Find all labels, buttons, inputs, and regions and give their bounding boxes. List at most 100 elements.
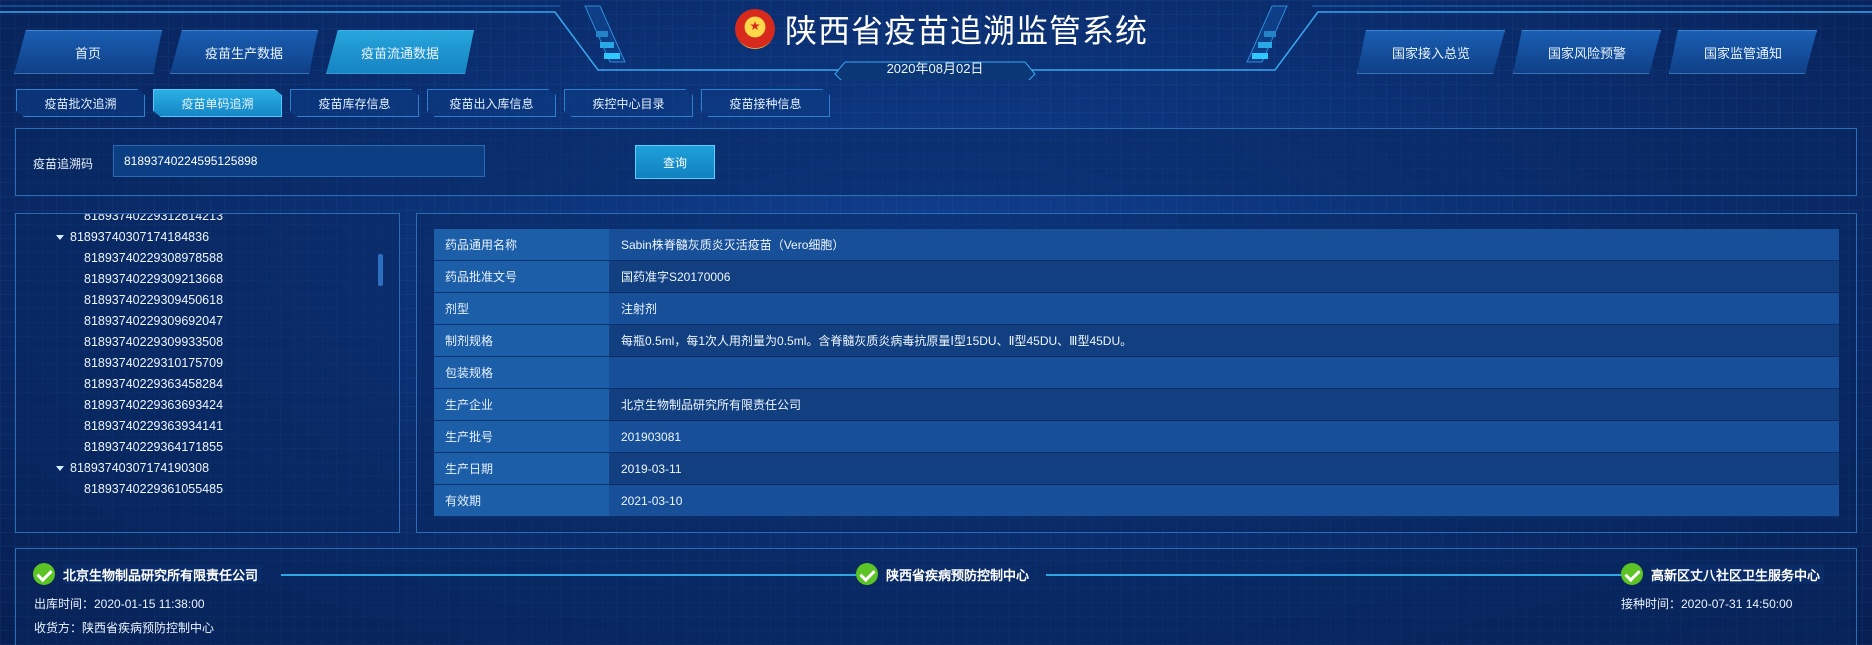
tree-node-label: 81893740229363934141 [84, 419, 224, 433]
query-button[interactable]: 查询 [635, 145, 715, 179]
tree-node-child[interactable]: 81893740229312814213 [84, 213, 224, 227]
tree-node-label: 81893740229309213668 [84, 272, 224, 286]
main-nav-right: 国家接入总览 国家风险预警 国家监管通知 [1357, 30, 1825, 74]
detail-row: 生产批号 201903081 [434, 421, 1839, 453]
receiver: 收货方：陕西省疾病预防控制中心 [34, 621, 215, 635]
detail-row: 制剂规格 每瓶0.5ml，每1次人用剂量为0.5ml。含脊髓灰质炎病毒抗原量Ⅰ型1… [434, 325, 1839, 357]
detail-key: 生产批号 [434, 421, 609, 453]
flow-connector [281, 574, 856, 576]
page-title: 陕西省疫苗追溯监管系统 [785, 12, 1149, 50]
search-label: 疫苗追溯码 [33, 157, 94, 171]
vaccine-detail-table: 药品通用名称 Sabin株脊髓灰质炎灭活疫苗（Vero细胞） 药品批准文号 国药准字S… [434, 229, 1839, 517]
page-title-group: 陕西省疫苗追溯监管系统 [735, 6, 1148, 52]
nav-tab-national-access[interactable]: 国家接入总览 [1357, 30, 1505, 74]
tree-node-label: 81893740229309933508 [84, 335, 224, 349]
detail-row: 生产企业 北京生物制品研究所有限责任公司 [434, 389, 1839, 421]
search-panel: 疫苗追溯码 查询 [15, 128, 1857, 196]
flow-node-clinic: 高新区丈八社区卫生服务中心 [1621, 563, 1825, 585]
detail-key: 包装规格 [434, 357, 609, 389]
tree-node-child[interactable]: 81893740229309213668 [84, 269, 223, 290]
detail-value: Sabin株脊髓灰质炎灭活疫苗（Vero细胞） [609, 229, 1839, 261]
tree-node-label: 81893740229308978588 [84, 251, 224, 265]
tree-node-child[interactable]: 81893740229363693424 [84, 395, 223, 416]
tree-node-child[interactable]: 81893740229309692047 [84, 311, 223, 332]
tab-inventory[interactable]: 疫苗库存信息 [290, 89, 419, 117]
tree-node-child[interactable]: 81893740229308978588 [84, 248, 223, 269]
tree-node-label: 81893740307174184836 [70, 230, 210, 244]
flow-node-name: 陕西省疾病预防控制中心 [886, 564, 1034, 584]
tree-node-child[interactable]: 81893740229309933508 [84, 332, 223, 353]
national-emblem-icon [735, 9, 775, 49]
detail-key: 生产企业 [434, 389, 609, 421]
detail-row: 有效期 2021-03-10 [434, 485, 1839, 517]
tree-node-child[interactable]: 81893740229363934141 [84, 416, 223, 437]
tab-in-out-stock[interactable]: 疫苗出入库信息 [427, 89, 556, 117]
detail-key: 制剂规格 [434, 325, 609, 357]
tree-node-child[interactable]: 81893740229363458284 [84, 374, 223, 395]
nav-tab-home[interactable]: 首页 [14, 30, 162, 74]
detail-value: 国药准字S20170006 [609, 261, 1839, 293]
detail-value: 北京生物制品研究所有限责任公司 [609, 389, 1839, 421]
detail-key: 药品批准文号 [434, 261, 609, 293]
tree-node-label: 81893740229310175709 [84, 356, 224, 370]
sub-tabs: 疫苗批次追溯 疫苗单码追溯 疫苗库存信息 疫苗出入库信息 疾控中心目录 疫苗接种… [16, 89, 838, 117]
tree-node-label: 81893740307174190308 [70, 461, 210, 475]
detail-row: 包装规格 [434, 357, 1839, 389]
detail-key: 生产日期 [434, 453, 609, 485]
detail-value: 201903081 [609, 421, 1839, 453]
tree-node-child[interactable]: 81893740229361055485 [84, 479, 223, 500]
detail-value: 每瓶0.5ml，每1次人用剂量为0.5ml。含脊髓灰质炎病毒抗原量Ⅰ型15DU、… [609, 325, 1839, 357]
check-icon [856, 563, 878, 585]
detail-row: 剂型 注射剂 [434, 293, 1839, 325]
tab-batch-trace[interactable]: 疫苗批次追溯 [16, 89, 145, 117]
detail-value [609, 357, 1839, 389]
detail-row: 药品通用名称 Sabin株脊髓灰质炎灭活疫苗（Vero细胞） [434, 229, 1839, 261]
header-date: 2020年08月02日 [886, 61, 984, 76]
tree-node-parent[interactable]: 81893740307174190308 [56, 458, 209, 479]
flow-connector [1046, 574, 1631, 576]
nav-tab-national-notice[interactable]: 国家监管通知 [1669, 30, 1817, 74]
detail-row: 生产日期 2019-03-11 [434, 453, 1839, 485]
caret-down-icon[interactable] [56, 235, 64, 241]
flow-node-name: 北京生物制品研究所有限责任公司 [63, 564, 263, 584]
vaccination-time: 接种时间：2020-07-31 14:50:00 [1621, 597, 1793, 611]
tree-node-child[interactable]: 81893740229310175709 [84, 353, 223, 374]
tree-node-label: 81893740229361055485 [84, 482, 224, 496]
caret-down-icon[interactable] [56, 466, 64, 472]
tree-node-label: 81893740229312814213 [84, 213, 224, 223]
tree-node-parent[interactable]: 81893740307174184836 [56, 227, 209, 248]
detail-key: 药品通用名称 [434, 229, 609, 261]
tree-node-label: 81893740229309450618 [84, 293, 224, 307]
tree-node-child[interactable]: 81893740229309450618 [84, 290, 223, 311]
tab-vaccination-info[interactable]: 疫苗接种信息 [701, 89, 830, 117]
tree-node-label: 81893740229363693424 [84, 398, 224, 412]
circulation-flow: 北京生物制品研究所有限责任公司 出库时间：2020-01-15 11:38:00… [15, 548, 1857, 645]
detail-value: 注射剂 [609, 293, 1839, 325]
nav-tab-national-risk[interactable]: 国家风险预警 [1513, 30, 1661, 74]
tab-single-code-trace[interactable]: 疫苗单码追溯 [153, 89, 282, 117]
detail-key: 剂型 [434, 293, 609, 325]
detail-key: 有效期 [434, 485, 609, 517]
header: 首页 疫苗生产数据 疫苗流通数据 陕西省疫苗追溯监管系统 2020年08月02日… [0, 0, 1872, 80]
vaccine-detail-panel: 药品通用名称 Sabin株脊髓灰质炎灭活疫苗（Vero细胞） 药品批准文号 国药准字S… [416, 213, 1857, 533]
detail-value: 2019-03-11 [609, 453, 1839, 485]
check-icon [1621, 563, 1643, 585]
main-nav-left: 首页 疫苗生产数据 疫苗流通数据 [14, 30, 482, 74]
flow-node-provincial-cdc: 陕西省疾病预防控制中心 [856, 563, 1034, 585]
tree-node-label: 81893740229363458284 [84, 377, 224, 391]
nav-tab-circulation-data[interactable]: 疫苗流通数据 [326, 30, 474, 74]
check-icon [33, 563, 55, 585]
detail-row: 药品批准文号 国药准字S20170006 [434, 261, 1839, 293]
flow-node-manufacturer: 北京生物制品研究所有限责任公司 [33, 563, 263, 585]
tree-scrollbar[interactable] [378, 254, 383, 286]
trace-code-input[interactable] [113, 145, 485, 177]
nav-tab-production-data[interactable]: 疫苗生产数据 [170, 30, 318, 74]
detail-value: 2021-03-10 [609, 485, 1839, 517]
tree-node-label: 81893740229364171855 [84, 440, 224, 454]
tab-cdc-directory[interactable]: 疾控中心目录 [564, 89, 693, 117]
outbound-time: 出库时间：2020-01-15 11:38:00 [34, 597, 205, 611]
trace-code-tree: 81893740229312814213 81893740307174184836… [15, 213, 400, 533]
tree-node-child[interactable]: 81893740229364171855 [84, 437, 223, 458]
tree-node-label: 81893740229309692047 [84, 314, 224, 328]
flow-node-name: 高新区丈八社区卫生服务中心 [1651, 564, 1825, 584]
